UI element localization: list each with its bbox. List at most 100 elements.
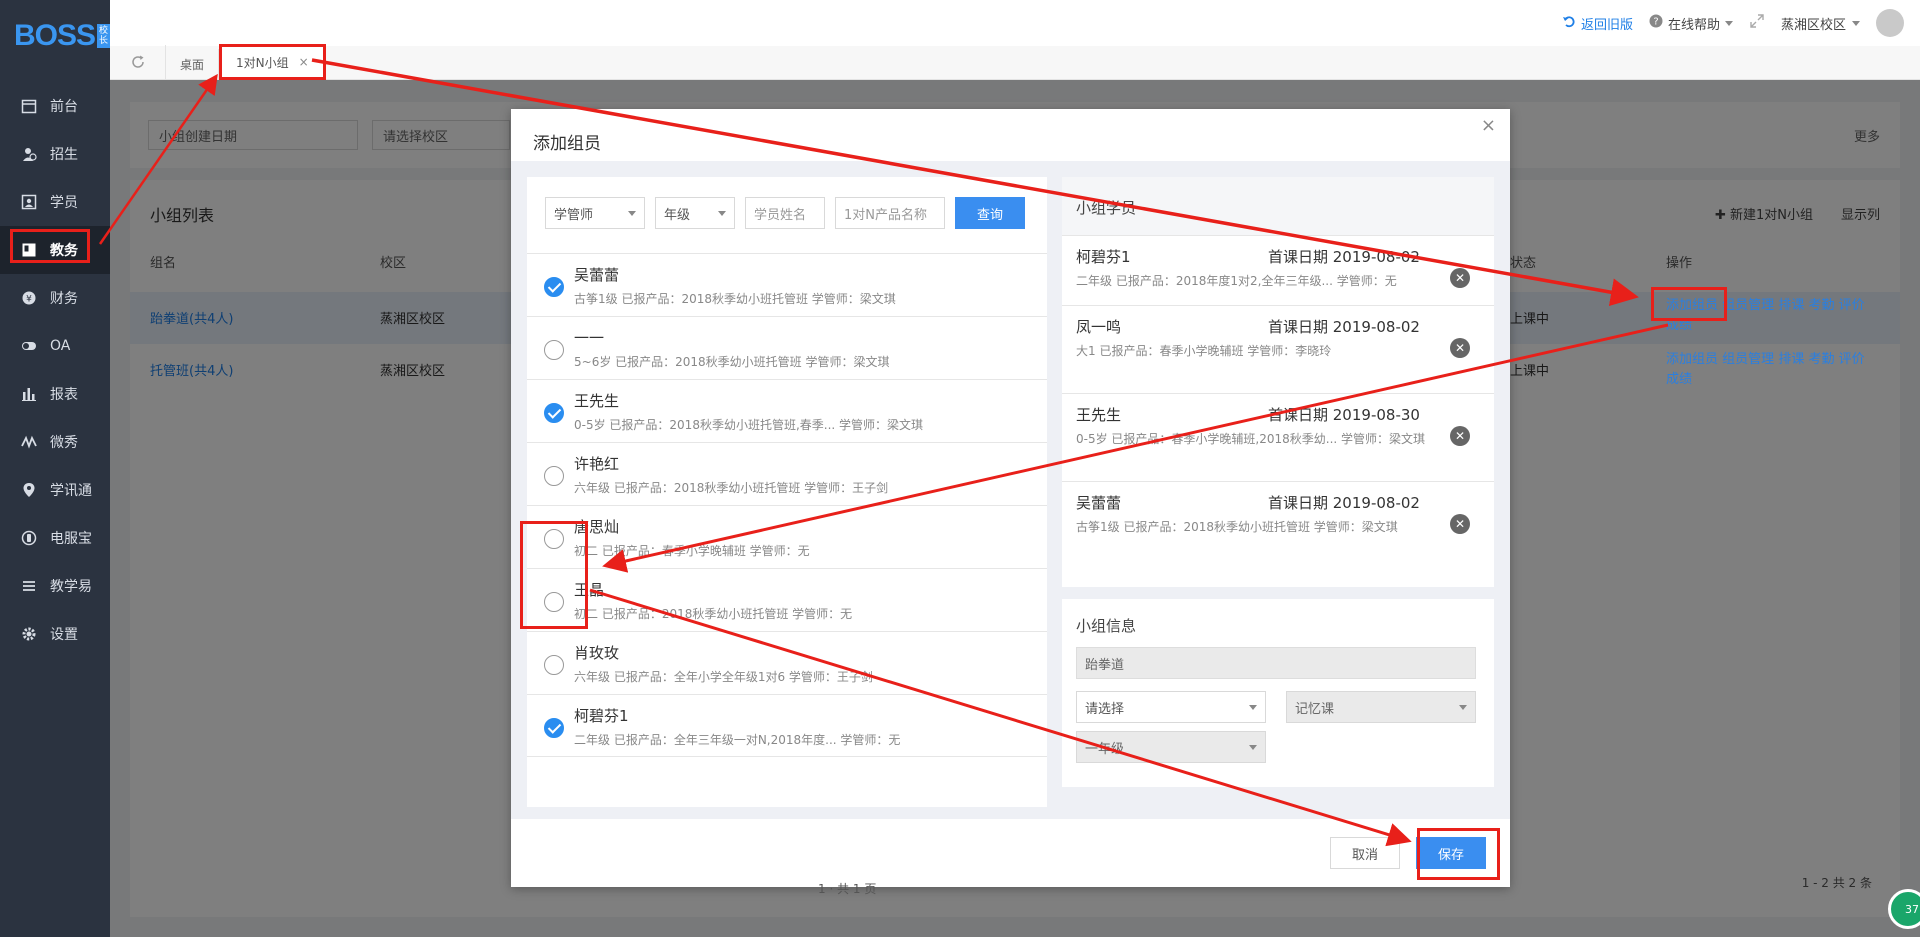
- student-name: 肖玫玫: [574, 644, 620, 662]
- remove-member-icon[interactable]: ✕: [1450, 338, 1470, 358]
- list-item[interactable]: 柯碧芬1 二年级 已报产品：全年三年级一对N,2018年度... 学管师：无: [527, 694, 1047, 757]
- id-card-icon: [20, 193, 38, 211]
- chevron-down-icon: [1459, 704, 1467, 710]
- member-first-class-date: 首课日期 2019-08-30: [1268, 406, 1420, 424]
- sidebar-item-label: 前台: [50, 99, 78, 115]
- annotation-box-unchecked-students: [520, 521, 588, 629]
- chat-badge[interactable]: 37: [1888, 889, 1920, 929]
- sidebar-item-jiaoxueyi[interactable]: 教学易: [0, 562, 110, 610]
- logo[interactable]: BOSS 校长: [0, 0, 111, 72]
- group-name-field: 跆拳道: [1076, 647, 1476, 679]
- avatar[interactable]: [1876, 9, 1904, 37]
- grade-select[interactable]: 年级: [655, 197, 735, 229]
- product-name-input[interactable]: 1对N产品名称: [835, 197, 945, 229]
- student-info: 古筝1级 已报产品：2018秋季幼小班托管班 学管师：梁文琪: [574, 292, 896, 306]
- attendance-link[interactable]: 考勤: [1808, 298, 1834, 313]
- student-info: 六年级 已报产品：2018秋季幼小班托管班 学管师：王子剑: [574, 481, 889, 495]
- list-item[interactable]: 吴蕾蕾 古筝1级 已报产品：2018秋季幼小班托管班 学管师：梁文琪: [527, 253, 1047, 316]
- list-item[interactable]: 一一 5~6岁 已报产品：2018秋季幼小班托管班 学管师：梁文琪: [527, 316, 1047, 379]
- pager-page-info: 1 · 共 1 页: [818, 882, 877, 896]
- sidebar-item-label: 招生: [50, 147, 78, 163]
- schedule-link[interactable]: 排课: [1778, 298, 1804, 313]
- select-checkbox[interactable]: [544, 277, 564, 297]
- group-info-panel: 小组信息 跆拳道 请选择 记忆课 一年级: [1062, 599, 1494, 787]
- close-icon[interactable]: ×: [1481, 115, 1496, 136]
- query-button[interactable]: 查询: [955, 197, 1025, 229]
- pager-controls: 1 · 共 1 页: [818, 880, 876, 897]
- tab-desktop[interactable]: 桌面: [166, 49, 220, 79]
- remove-member-icon[interactable]: ✕: [1450, 514, 1470, 534]
- list-item[interactable]: 许艳红 六年级 已报产品：2018秋季幼小班托管班 学管师：王子剑: [527, 442, 1047, 505]
- sidebar-item-finance[interactable]: ¥ 财务: [0, 274, 110, 322]
- course-select-value: 记忆课: [1295, 701, 1335, 717]
- select-checkbox[interactable]: [544, 718, 564, 738]
- member-first-class-date: 首课日期 2019-08-02: [1268, 248, 1420, 266]
- list-item[interactable]: 唐思灿 初二 已报产品：春季小学晚辅班 学管师：无: [527, 505, 1047, 568]
- select-checkbox[interactable]: [544, 340, 564, 360]
- member-info: 大1 已报产品：春季小学晚辅班 学管师：李晓玲: [1076, 344, 1332, 358]
- grade-info-select: 一年级: [1076, 731, 1266, 763]
- sidebar-item-students[interactable]: 学员: [0, 178, 110, 226]
- member-manage-link[interactable]: 组员管理: [1722, 298, 1774, 313]
- annotation-box-save: [1417, 828, 1500, 880]
- select-checkbox[interactable]: [544, 655, 564, 675]
- cancel-button[interactable]: 取消: [1330, 837, 1400, 869]
- evaluate-link[interactable]: 评价: [1839, 352, 1865, 367]
- sidebar-item-label: 学员: [50, 195, 78, 211]
- back-old-version-label: 返回旧版: [1580, 17, 1633, 33]
- sidebar-item-oa[interactable]: OA: [0, 322, 110, 370]
- list-item[interactable]: 王晶 初二 已报产品：2018秋季幼小班托管班 学管师：无: [527, 568, 1047, 631]
- sidebar-item-frontdesk[interactable]: 前台: [0, 82, 110, 130]
- sidebar-item-label: 微秀: [50, 435, 78, 451]
- chevron-down-icon: [718, 210, 726, 216]
- select-checkbox[interactable]: [544, 466, 564, 486]
- select-checkbox[interactable]: [544, 403, 564, 423]
- member-manage-link[interactable]: 组员管理: [1722, 352, 1774, 367]
- teacher-select[interactable]: 学管师: [545, 197, 645, 229]
- row-ops-2: 添加组员 组员管理 排课 考勤 评价 成绩: [1666, 350, 1896, 390]
- chevron-down-icon: [1249, 744, 1257, 750]
- sidebar: BOSS 校长 前台 招生 学员 教务 ¥ 财务 OA 报表 微秀 学讯通 电服…: [0, 0, 111, 937]
- campus-label: 蒸湘区校区: [1780, 17, 1846, 33]
- members-title: 小组学员: [1062, 177, 1494, 235]
- campus-switcher[interactable]: 蒸湘区校区: [1781, 14, 1860, 33]
- type-select[interactable]: 请选择: [1076, 691, 1266, 723]
- sidebar-item-label: 设置: [50, 627, 78, 643]
- remove-member-icon[interactable]: ✕: [1450, 426, 1470, 446]
- list-item[interactable]: 王先生 0-5岁 已报产品：2018秋季幼小班托管班,春季... 学管师：梁文琪: [527, 379, 1047, 442]
- toggle-icon: [20, 337, 38, 355]
- chevron-down-icon: [1852, 20, 1860, 26]
- list-item[interactable]: 肖玫玫 六年级 已报产品：全年小学全年级1对6 学管师：王子剑: [527, 631, 1047, 694]
- fullscreen-icon[interactable]: [1749, 13, 1765, 33]
- tab-bar: 桌面 1对N小组 ×: [110, 44, 1920, 80]
- score-link[interactable]: 成绩: [1666, 372, 1692, 387]
- sidebar-item-weixiu[interactable]: 微秀: [0, 418, 110, 466]
- sidebar-item-reports[interactable]: 报表: [0, 370, 110, 418]
- modal-footer: 取消 保存: [511, 819, 1510, 887]
- sidebar-item-settings[interactable]: 设置: [0, 610, 110, 658]
- schedule-link[interactable]: 排课: [1778, 352, 1804, 367]
- sidebar-item-xuexuntong[interactable]: 学讯通: [0, 466, 110, 514]
- teacher-select-value: 学管师: [554, 207, 594, 223]
- close-icon[interactable]: ×: [299, 55, 309, 69]
- list-item: 柯碧芬1 首课日期 2019-08-02 二年级 已报产品：2018年度1对2,…: [1062, 235, 1494, 305]
- student-name-input[interactable]: 学员姓名: [745, 197, 825, 229]
- back-old-version-link[interactable]: 返回旧版: [1562, 14, 1633, 33]
- undo-icon: [1562, 14, 1576, 32]
- remove-member-icon[interactable]: ✕: [1450, 268, 1470, 288]
- evaluate-link[interactable]: 评价: [1839, 298, 1865, 313]
- annotation-box-add-member: [1651, 287, 1727, 321]
- add-member-link[interactable]: 添加组员: [1666, 352, 1718, 367]
- member-info: 二年级 已报产品：2018年度1对2,全年三年级... 学管师：无: [1076, 274, 1397, 288]
- sidebar-item-dianfubao[interactable]: 电服宝: [0, 514, 110, 562]
- sidebar-item-enroll[interactable]: 招生: [0, 130, 110, 178]
- chevron-down-icon: [1249, 704, 1257, 710]
- refresh-icon[interactable]: [110, 45, 166, 79]
- modal-title: 添加组员: [533, 134, 601, 154]
- attendance-link[interactable]: 考勤: [1808, 352, 1834, 367]
- student-info: 二年级 已报产品：全年三年级一对N,2018年度... 学管师：无: [574, 733, 901, 747]
- student-info: 初二 已报产品：春季小学晚辅班 学管师：无: [574, 544, 810, 558]
- tab-1n-group[interactable]: 1对N小组 ×: [219, 44, 326, 80]
- svg-text:¥: ¥: [26, 295, 32, 305]
- online-help-dropdown[interactable]: ? 在线帮助: [1649, 14, 1733, 33]
